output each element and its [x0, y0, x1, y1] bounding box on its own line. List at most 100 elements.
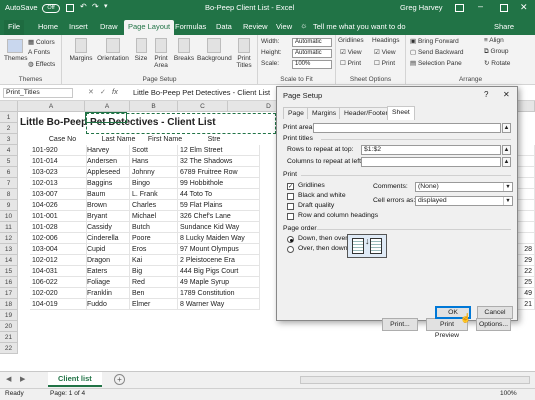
column-header[interactable]: C	[178, 101, 228, 112]
background-button[interactable]: Background	[197, 38, 232, 62]
tab-file[interactable]: File	[4, 20, 25, 35]
formula-input[interactable]: Little Bo-Peep Pet Detectives - Client L…	[133, 88, 270, 97]
table-cell[interactable]: Foliage	[85, 277, 130, 288]
table-cell[interactable]: Butch	[130, 222, 178, 233]
table-cell[interactable]: Baggins	[85, 178, 130, 189]
row-header[interactable]: 16	[0, 277, 18, 288]
undo-icon[interactable]: ↶	[80, 2, 87, 11]
minimize-icon[interactable]: –	[478, 1, 483, 11]
table-cell[interactable]: Eaters	[85, 266, 130, 277]
orientation-button[interactable]: Orientation	[96, 38, 130, 62]
row-header[interactable]: 6	[0, 167, 18, 178]
width-select[interactable]: Automatic	[292, 38, 332, 47]
table-cell[interactable]: Hans	[130, 156, 178, 167]
bring-forward-button[interactable]: ▣ Bring Forward	[410, 37, 459, 45]
row-header[interactable]: 8	[0, 189, 18, 200]
gridlines-print-check[interactable]: ☐ Print	[340, 59, 361, 67]
row-header[interactable]: 14	[0, 255, 18, 266]
row-header[interactable]: 20	[0, 321, 18, 332]
column-title-cell[interactable]: Case No	[28, 134, 95, 145]
breaks-button[interactable]: Breaks	[173, 38, 195, 62]
cell-errors-select[interactable]: displayed ▼	[415, 196, 513, 206]
row-header[interactable]: 17	[0, 288, 18, 299]
row-header[interactable]: 10	[0, 211, 18, 222]
table-cell[interactable]: 2 Pleistocene Era	[178, 255, 260, 266]
headings-view-check[interactable]: ☑ View	[374, 48, 396, 56]
table-cell[interactable]: Poore	[130, 233, 178, 244]
row-header[interactable]: 7	[0, 178, 18, 189]
next-sheet-icon[interactable]: ▶	[20, 375, 25, 383]
table-cell[interactable]: 326 Chef's Lane	[178, 211, 260, 222]
table-cell[interactable]: 104-026	[30, 200, 87, 211]
table-cell[interactable]: L. Frank	[130, 189, 178, 200]
prev-sheet-icon[interactable]: ◀	[6, 375, 11, 383]
collapse-dialog-icon[interactable]: ▲	[502, 123, 511, 133]
tab-data[interactable]: Data	[212, 20, 236, 35]
table-cell[interactable]: Fuddo	[85, 299, 130, 310]
share-button[interactable]: Share	[490, 20, 518, 35]
table-cell[interactable]: Scott	[130, 145, 178, 156]
customize-qat-icon[interactable]: ▾	[104, 2, 108, 10]
rotate-button[interactable]: ↻ Rotate	[484, 59, 510, 67]
row-col-headings-checkbox[interactable]	[287, 213, 294, 220]
table-cell[interactable]: Michael	[130, 211, 178, 222]
horizontal-scrollbar[interactable]	[300, 376, 530, 384]
table-cell[interactable]: 102-013	[30, 178, 87, 189]
table-cell[interactable]: Baum	[85, 189, 130, 200]
row-header[interactable]: 5	[0, 156, 18, 167]
tab-margins[interactable]: Margins	[307, 107, 342, 119]
tab-page-layout[interactable]: Page Layout	[124, 20, 175, 35]
over-then-down-radio[interactable]	[287, 246, 294, 253]
comments-select[interactable]: (None) ▼	[415, 182, 513, 192]
tab-sheet[interactable]: Sheet	[387, 106, 415, 120]
table-cell[interactable]: 102-020	[30, 288, 87, 299]
margins-button[interactable]: Margins	[68, 38, 94, 62]
headings-print-check[interactable]: ☐ Print	[374, 59, 395, 67]
options-button[interactable]: Options...	[476, 318, 511, 331]
ribbon-display-icon[interactable]	[455, 4, 464, 12]
row-header[interactable]: 4	[0, 145, 18, 156]
table-cell[interactable]: Appleseed	[85, 167, 130, 178]
gridlines-checkbox[interactable]: ✓	[287, 183, 294, 190]
table-cell[interactable]: 101-028	[30, 222, 87, 233]
group-button[interactable]: ⧉ Group	[484, 48, 509, 56]
row-header[interactable]: 12	[0, 233, 18, 244]
row-header[interactable]: 2	[0, 123, 18, 134]
tab-insert[interactable]: Insert	[65, 20, 92, 35]
table-cell[interactable]: Bryant	[85, 211, 130, 222]
selection-pane-button[interactable]: ▤ Selection Pane	[410, 59, 462, 67]
gridlines-view-check[interactable]: ☑ View	[340, 48, 362, 56]
table-cell[interactable]: Sundance Kid Way	[178, 222, 260, 233]
table-cell[interactable]: 102-006	[30, 233, 87, 244]
maximize-icon[interactable]	[500, 4, 508, 12]
table-cell[interactable]: 32 The Shadows	[178, 156, 260, 167]
table-cell[interactable]: 104-031	[30, 266, 87, 277]
column-header[interactable]: B	[130, 101, 178, 112]
row-header[interactable]: 1	[0, 112, 18, 123]
tab-header-footer[interactable]: Header/Footer	[339, 107, 393, 119]
new-sheet-icon[interactable]: +	[114, 374, 125, 385]
collapse-dialog-icon[interactable]: ▲	[502, 145, 511, 155]
row-header[interactable]: 22	[0, 343, 18, 354]
black-white-checkbox[interactable]	[287, 193, 294, 200]
themes-button[interactable]: Themes	[4, 39, 27, 62]
table-cell[interactable]: Red	[130, 277, 178, 288]
print-titles-button[interactable]: Print Titles	[233, 38, 255, 69]
table-cell[interactable]: 101-001	[30, 211, 87, 222]
table-cell[interactable]: 102-012	[30, 255, 87, 266]
insert-function-icon[interactable]: fx	[112, 87, 118, 96]
cancel-button[interactable]: Cancel	[477, 306, 513, 319]
column-title-cell[interactable]: First Name	[140, 134, 188, 145]
table-cell[interactable]: Eros	[130, 244, 178, 255]
table-cell[interactable]: 12 Elm Street	[178, 145, 260, 156]
row-header[interactable]: 13	[0, 244, 18, 255]
table-cell[interactable]: 8 Lucky Maiden Way	[178, 233, 260, 244]
print-button[interactable]: Print...	[382, 318, 418, 331]
row-header[interactable]: 3	[0, 134, 18, 145]
row-header[interactable]: 21	[0, 332, 18, 343]
column-header[interactable]: A	[18, 101, 85, 112]
table-cell[interactable]: Brown	[85, 200, 130, 211]
row-header[interactable]: 9	[0, 200, 18, 211]
table-cell[interactable]: 97 Mount Olympus	[178, 244, 260, 255]
size-button[interactable]: Size	[133, 38, 149, 62]
